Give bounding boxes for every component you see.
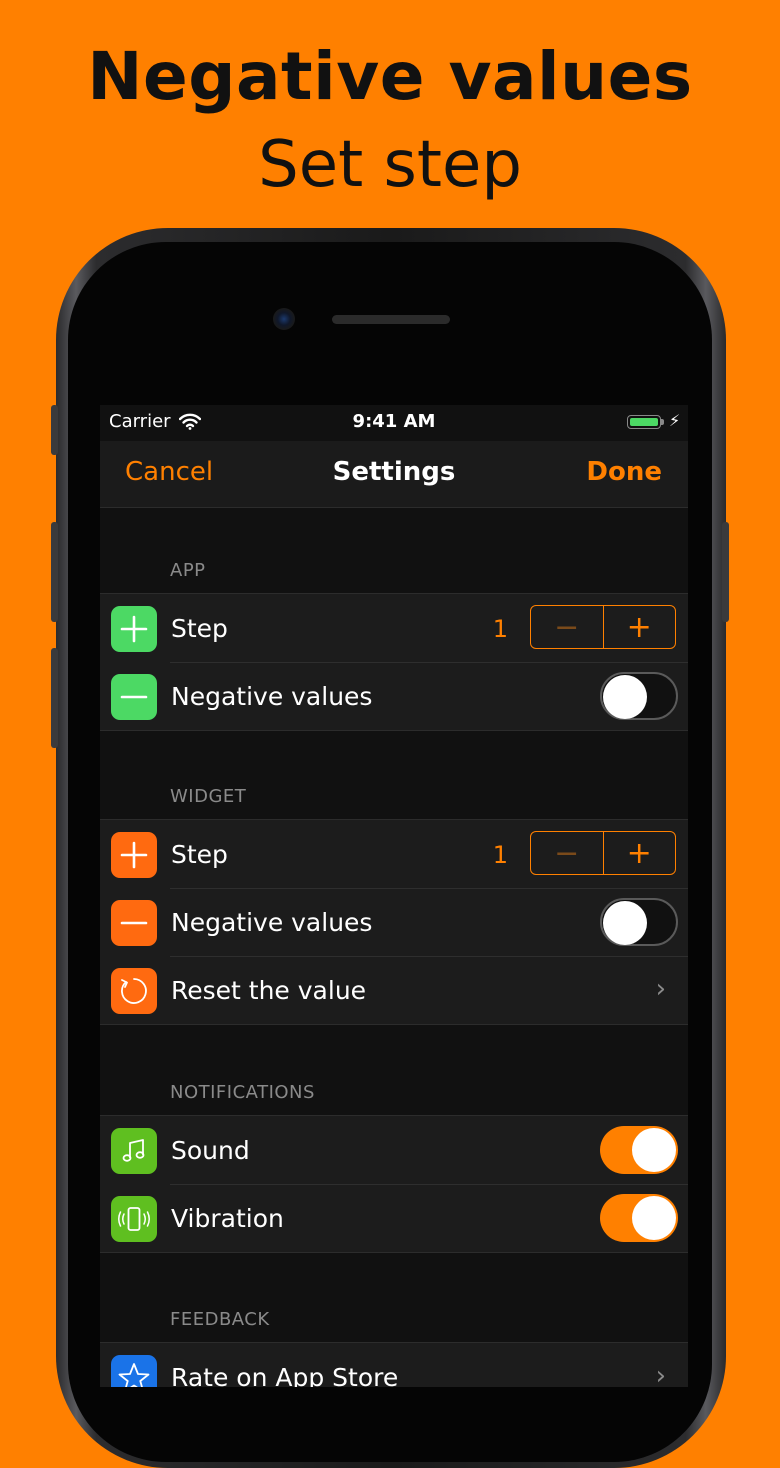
widget-step-increment-button[interactable]: + — [604, 832, 676, 874]
widget-step-value: 1 — [492, 841, 508, 869]
sound-row: Sound — [100, 1116, 688, 1184]
chevron-right-icon: › — [655, 974, 666, 1004]
reset-value-label: Reset the value — [171, 976, 367, 1005]
app-negative-row: Negative values — [100, 662, 688, 730]
plus-icon — [111, 832, 157, 878]
app-step-value: 1 — [492, 615, 508, 643]
widget-negative-toggle[interactable] — [600, 898, 678, 946]
done-button[interactable]: Done — [586, 457, 662, 487]
app-step-stepper[interactable]: − + — [530, 605, 676, 649]
music-note-icon — [111, 1128, 157, 1174]
widget-step-row: Step 1 − + — [100, 820, 688, 888]
earpiece-speaker — [332, 315, 450, 324]
chevron-right-icon: › — [655, 1361, 666, 1387]
section-header-notifications: NOTIFICATIONS — [170, 1082, 315, 1103]
volume-up-button — [51, 522, 58, 622]
navigation-bar: Cancel Settings Done — [100, 441, 688, 508]
battery-icon — [627, 415, 661, 429]
widget-step-label: Step — [171, 840, 228, 869]
widget-negative-label: Negative values — [171, 908, 373, 937]
power-button — [722, 522, 729, 622]
front-camera — [273, 308, 295, 330]
rate-app-row[interactable]: Rate on App Store › — [100, 1343, 688, 1387]
charging-bolt-icon: ⚡ — [669, 411, 681, 430]
app-negative-toggle[interactable] — [600, 672, 678, 720]
app-step-decrement-button[interactable]: − — [531, 606, 604, 648]
status-time: 9:41 AM — [352, 411, 436, 432]
widget-settings-group: Step 1 − + Negative values Reset the val… — [100, 819, 688, 1025]
minus-icon — [111, 900, 157, 946]
battery-tip — [661, 419, 664, 425]
star-icon — [111, 1355, 157, 1387]
sound-toggle[interactable] — [600, 1126, 678, 1174]
section-header-feedback: FEEDBACK — [170, 1309, 270, 1330]
app-negative-label: Negative values — [171, 682, 373, 711]
status-bar: Carrier 9:41 AM ⚡ — [100, 405, 688, 441]
volume-down-button — [51, 648, 58, 748]
widget-negative-row: Negative values — [100, 888, 688, 956]
sound-label: Sound — [171, 1136, 250, 1165]
plus-icon — [111, 606, 157, 652]
refresh-icon — [111, 968, 157, 1014]
section-header-app: APP — [170, 560, 206, 581]
headline-title: Negative values — [87, 38, 693, 115]
app-step-increment-button[interactable]: + — [604, 606, 676, 648]
notifications-settings-group: Sound Vibration — [100, 1115, 688, 1253]
section-header-widget: WIDGET — [170, 786, 247, 807]
rate-app-label: Rate on App Store — [171, 1363, 399, 1387]
screen: Carrier 9:41 AM ⚡ Cancel Settings Done A… — [100, 405, 688, 1387]
vibration-label: Vibration — [171, 1204, 284, 1233]
headline-subtitle: Set step — [258, 128, 522, 202]
vibration-toggle[interactable] — [600, 1194, 678, 1242]
feedback-settings-group: Rate on App Store › — [100, 1342, 688, 1387]
app-settings-group: Step 1 − + Negative values — [100, 593, 688, 731]
app-step-label: Step — [171, 614, 228, 643]
mute-switch — [51, 405, 58, 455]
vibration-row: Vibration — [100, 1184, 688, 1252]
widget-step-decrement-button[interactable]: − — [531, 832, 604, 874]
reset-value-row[interactable]: Reset the value › — [100, 956, 688, 1024]
minus-icon — [111, 674, 157, 720]
widget-step-stepper[interactable]: − + — [530, 831, 676, 875]
app-step-row: Step 1 − + — [100, 594, 688, 662]
vibration-icon — [111, 1196, 157, 1242]
